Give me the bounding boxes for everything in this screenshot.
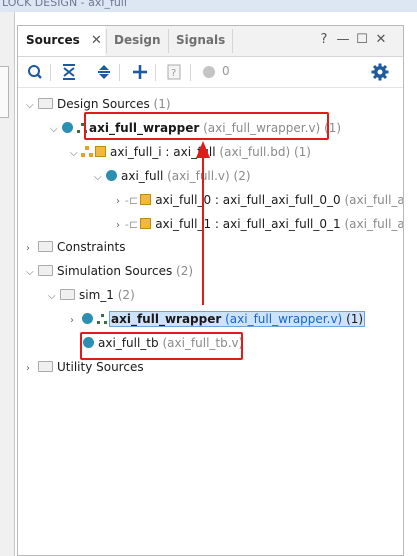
annotation-arrow: [196, 141, 210, 305]
